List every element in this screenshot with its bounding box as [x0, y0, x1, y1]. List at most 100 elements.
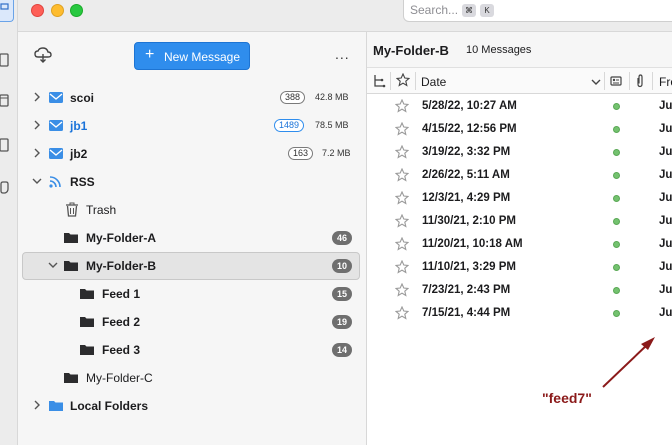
folder-item-jb2[interactable]: jb2 163 7.2 MB: [18, 140, 367, 168]
read-status-dot[interactable]: [613, 126, 620, 133]
date-column-header[interactable]: Date: [421, 75, 446, 89]
folder-size: 42.8 MB: [315, 92, 349, 102]
annotation-label: "feed7": [542, 390, 592, 406]
calendar-icon[interactable]: [0, 93, 12, 107]
read-status-dot[interactable]: [613, 149, 620, 156]
message-row[interactable]: 11/20/21, 10:18 AM Ju: [367, 233, 672, 256]
message-row[interactable]: 4/15/22, 12:56 PM Ju: [367, 118, 672, 141]
folder-item-scoi[interactable]: scoi 388 42.8 MB: [18, 84, 367, 112]
folder-item-rss[interactable]: RSS: [18, 168, 367, 196]
star-icon[interactable]: [394, 144, 410, 159]
folder-item-feed-2[interactable]: Feed 2 19: [18, 308, 367, 336]
read-status-dot[interactable]: [613, 195, 620, 202]
read-status-dot[interactable]: [613, 218, 620, 225]
chevron-right-icon[interactable]: [31, 119, 43, 131]
thread-column-icon[interactable]: [372, 74, 386, 91]
folder-label: Local Folders: [70, 399, 149, 413]
folder-label: Feed 3: [102, 343, 141, 357]
chevron-right-icon[interactable]: [31, 147, 43, 159]
read-status-dot[interactable]: [613, 241, 620, 248]
star-icon[interactable]: [394, 121, 410, 136]
folder-label: jb2: [70, 147, 88, 161]
folder-pane-menu-button[interactable]: ...: [335, 46, 350, 62]
message-row[interactable]: 11/10/21, 3:29 PM Ju: [367, 256, 672, 279]
chevron-right-icon[interactable]: [31, 91, 43, 103]
folder-item-my-folder-c[interactable]: My-Folder-C: [18, 364, 367, 392]
mail-space-icon[interactable]: [0, 0, 14, 22]
command-key-hint: ⌘: [462, 4, 476, 17]
folder-icon: [79, 342, 95, 357]
minimize-window-button[interactable]: [51, 4, 64, 17]
message-row[interactable]: 12/3/21, 4:29 PM Ju: [367, 187, 672, 210]
chevron-down-icon[interactable]: [31, 175, 43, 187]
read-status-dot[interactable]: [613, 310, 620, 317]
get-messages-icon[interactable]: [34, 46, 52, 64]
read-status-column-icon[interactable]: [609, 74, 623, 91]
local-folders-icon: [48, 398, 64, 413]
message-row[interactable]: 7/23/21, 2:43 PM Ju: [367, 279, 672, 302]
message-row[interactable]: 3/19/22, 3:32 PM Ju: [367, 141, 672, 164]
folder-item-my-folder-a[interactable]: My-Folder-A 46: [18, 224, 367, 252]
spaces-toolbar: [0, 0, 18, 445]
star-icon[interactable]: [394, 282, 410, 297]
unread-count-badge: 10: [332, 259, 353, 273]
message-row[interactable]: 7/15/21, 4:44 PM Ju: [367, 302, 672, 325]
from-column-header[interactable]: Fro: [659, 75, 672, 89]
trash-icon: [64, 202, 80, 217]
message-row[interactable]: 5/28/22, 10:27 AM Ju: [367, 95, 672, 118]
star-icon[interactable]: [394, 305, 410, 320]
read-status-dot[interactable]: [613, 172, 620, 179]
message-date: 5/28/22, 10:27 AM: [422, 100, 517, 112]
new-message-button[interactable]: + New Message: [134, 42, 250, 70]
folder-item-trash[interactable]: Trash: [18, 196, 367, 224]
folder-item-my-folder-b[interactable]: My-Folder-B 10: [22, 252, 360, 280]
inbox-account-icon: [48, 118, 64, 133]
unread-count-badge: 15: [332, 287, 353, 301]
folder-item-feed-3[interactable]: Feed 3 14: [18, 336, 367, 364]
close-window-button[interactable]: [31, 4, 44, 17]
plus-icon: +: [145, 46, 155, 63]
folder-icon: [63, 258, 79, 273]
column-divider[interactable]: [652, 72, 653, 90]
message-date: 7/23/21, 2:43 PM: [422, 284, 511, 296]
address-book-icon[interactable]: [0, 53, 12, 67]
unread-count-badge: 46: [332, 231, 353, 245]
folder-label: Feed 2: [102, 315, 141, 329]
star-icon[interactable]: [394, 190, 410, 205]
star-icon[interactable]: [394, 236, 410, 251]
star-icon[interactable]: [394, 167, 410, 182]
column-divider[interactable]: [415, 72, 416, 90]
tasks-icon[interactable]: [0, 138, 12, 152]
rss-feed-icon: [48, 174, 64, 189]
message-count: 10 Messages: [466, 44, 532, 56]
current-folder-name: My-Folder-B: [373, 43, 449, 58]
column-divider[interactable]: [390, 72, 391, 90]
zoom-window-button[interactable]: [70, 4, 83, 17]
folder-label: Trash: [86, 203, 117, 217]
read-status-dot[interactable]: [613, 264, 620, 271]
chevron-right-icon[interactable]: [31, 399, 43, 411]
star-column-icon[interactable]: [395, 72, 411, 90]
search-placeholder: Search...: [410, 3, 459, 17]
folder-icon: [79, 314, 95, 329]
column-divider[interactable]: [629, 72, 630, 90]
chevron-down-icon[interactable]: [47, 259, 59, 271]
star-icon[interactable]: [394, 213, 410, 228]
read-status-dot[interactable]: [613, 287, 620, 294]
folder-label: Feed 1: [102, 287, 141, 301]
chat-icon[interactable]: [0, 181, 12, 195]
star-icon[interactable]: [394, 259, 410, 274]
sort-chevron-down-icon[interactable]: [591, 76, 601, 90]
message-sender: Ju: [659, 307, 672, 319]
message-sender: Ju: [659, 146, 672, 158]
search-input[interactable]: Search... ⌘ K: [403, 0, 672, 22]
message-row[interactable]: 11/30/21, 2:10 PM Ju: [367, 210, 672, 233]
folder-item-feed-1[interactable]: Feed 1 15: [18, 280, 367, 308]
folder-item-local-folders[interactable]: Local Folders: [18, 392, 367, 420]
attachment-column-icon[interactable]: [635, 74, 645, 91]
folder-item-jb1[interactable]: jb1 1489 78.5 MB: [18, 112, 367, 140]
message-row[interactable]: 2/26/22, 5:11 AM Ju: [367, 164, 672, 187]
star-icon[interactable]: [394, 98, 410, 113]
column-divider[interactable]: [604, 72, 605, 90]
read-status-dot[interactable]: [613, 103, 620, 110]
